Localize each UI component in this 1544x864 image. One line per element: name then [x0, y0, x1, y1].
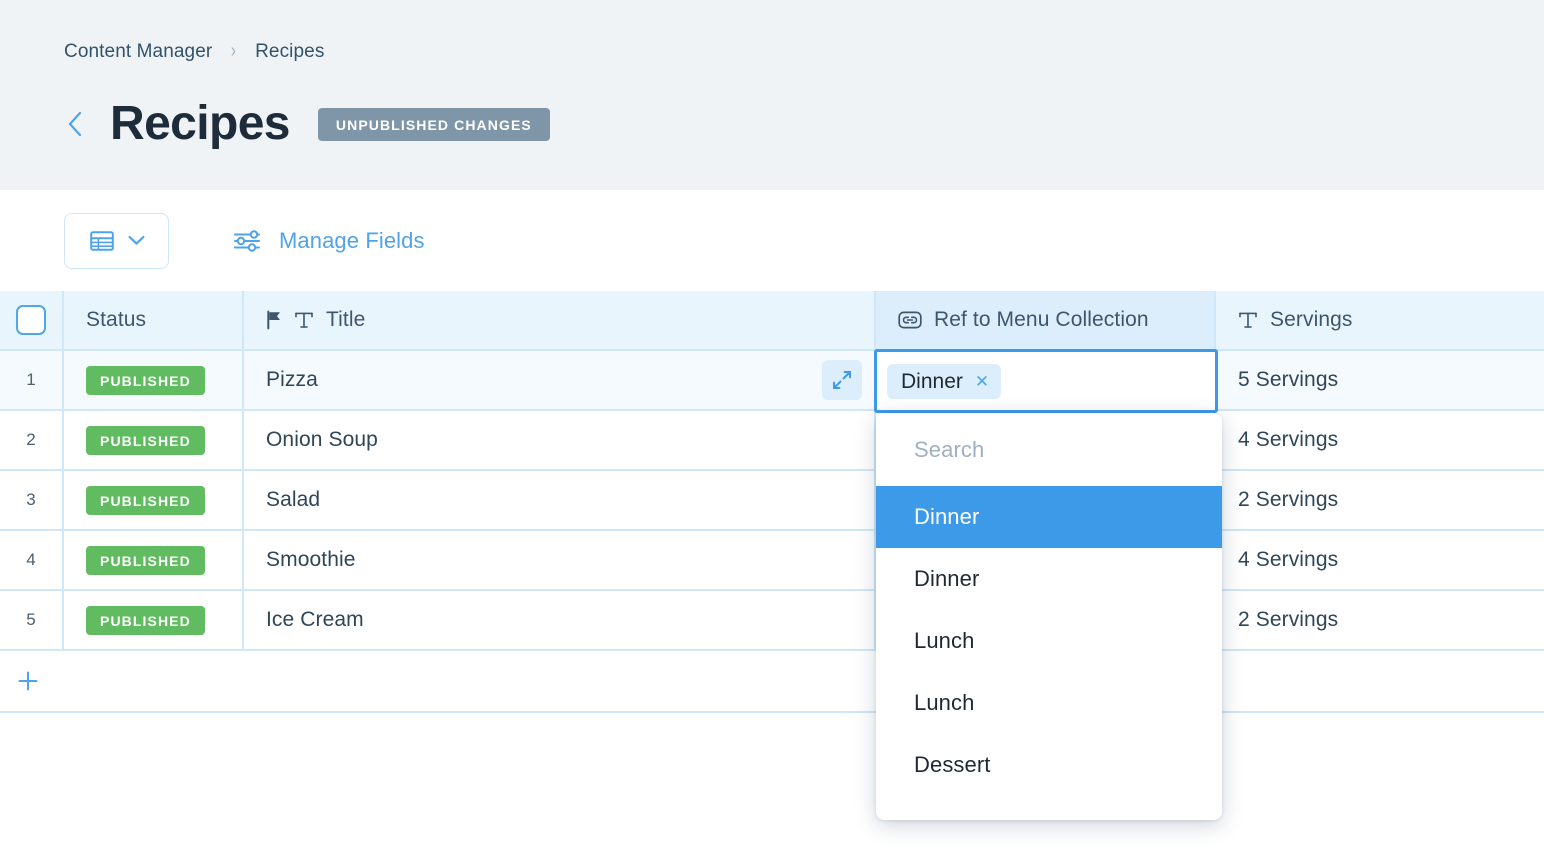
breadcrumb-item-content-manager[interactable]: Content Manager	[64, 41, 212, 63]
column-header-status-label: Status	[86, 308, 147, 331]
cell-title[interactable]: Onion Soup	[244, 411, 876, 469]
cell-servings[interactable]: 5 Servings	[1216, 351, 1544, 409]
manage-fields-label: Manage Fields	[279, 227, 425, 253]
add-row[interactable]	[0, 651, 1544, 713]
cell-ref-to-menu-collection[interactable]: Dinner ✕	[874, 349, 1218, 413]
row-number-cell: 3	[0, 471, 64, 529]
cell-servings[interactable]: 2 Servings	[1216, 471, 1544, 529]
status-badge: PUBLISHED	[86, 605, 205, 635]
cell-title-text: Salad	[266, 488, 321, 511]
cell-title[interactable]: Smoothie	[244, 531, 876, 589]
reference-link-icon	[898, 310, 922, 330]
cell-servings[interactable]: 2 Servings	[1216, 591, 1544, 649]
selected-tag: Dinner ✕	[887, 363, 1002, 399]
column-header-ref-label: Ref to Menu Collection	[934, 308, 1149, 331]
column-header-status[interactable]: Status	[64, 291, 244, 349]
breadcrumb-separator-icon: ›	[231, 40, 237, 62]
table-row[interactable]: 5 PUBLISHED Ice Cream 2 Servings	[0, 591, 1544, 651]
select-all-cell	[0, 291, 64, 349]
page-title-row: Recipes UNPUBLISHED CHANGES	[64, 92, 550, 156]
flag-icon	[266, 310, 282, 330]
cell-title-text: Smoothie	[266, 548, 356, 571]
cell-servings[interactable]: 4 Servings	[1216, 411, 1544, 469]
row-number-cell: 1	[0, 351, 64, 409]
dropdown-option[interactable]: Dinner	[876, 548, 1222, 610]
row-number: 5	[26, 610, 36, 629]
selected-tag-label: Dinner	[901, 369, 963, 393]
toolbar: Manage Fields	[0, 190, 1544, 291]
cell-title[interactable]: Salad	[244, 471, 876, 529]
plus-icon[interactable]	[16, 669, 40, 693]
breadcrumb: Content Manager › Recipes	[64, 40, 324, 63]
dropdown-option[interactable]: Dinner	[876, 486, 1222, 548]
table-row[interactable]: 2 PUBLISHED Onion Soup 4 Servings	[0, 411, 1544, 471]
dropdown-search-input[interactable]: Search	[876, 413, 1222, 486]
manage-fields-button[interactable]: Manage Fields	[233, 228, 425, 254]
cell-status[interactable]: PUBLISHED	[64, 591, 244, 649]
cell-title-text: Ice Cream	[266, 608, 364, 631]
table-row[interactable]: 4 PUBLISHED Smoothie 4 Servings	[0, 531, 1544, 591]
cell-title-text: Onion Soup	[266, 428, 378, 451]
close-x-icon[interactable]: ✕	[975, 373, 989, 390]
row-number-cell: 5	[0, 591, 64, 649]
row-number: 2	[26, 430, 36, 449]
reference-dropdown-panel: Search Dinner Dinner Lunch Lunch Dessert	[876, 413, 1222, 820]
status-badge: PUBLISHED	[86, 365, 205, 395]
cell-title[interactable]: Ice Cream	[244, 591, 876, 649]
expand-diagonal-icon[interactable]	[822, 360, 862, 400]
breadcrumb-item-recipes[interactable]: Recipes	[255, 41, 324, 63]
row-number-cell: 2	[0, 411, 64, 469]
table-view-icon	[89, 228, 115, 254]
row-number: 1	[26, 370, 36, 389]
column-header-title[interactable]: Title	[244, 291, 876, 349]
status-badge: PUBLISHED	[86, 545, 205, 575]
dropdown-option[interactable]: Dessert	[876, 734, 1222, 796]
cell-status[interactable]: PUBLISHED	[64, 351, 244, 409]
cell-status[interactable]: PUBLISHED	[64, 411, 244, 469]
status-badge: UNPUBLISHED CHANGES	[317, 107, 550, 141]
sliders-icon	[233, 229, 263, 253]
row-number-cell: 4	[0, 531, 64, 589]
status-badge: PUBLISHED	[86, 485, 205, 515]
cell-servings-text: 5 Servings	[1238, 368, 1339, 391]
column-header-title-label: Title	[326, 308, 366, 331]
text-type-icon	[1238, 310, 1258, 330]
cell-servings-text: 4 Servings	[1238, 428, 1339, 451]
cell-servings[interactable]: 4 Servings	[1216, 531, 1544, 589]
chevron-down-icon	[128, 235, 145, 246]
column-header-servings[interactable]: Servings	[1216, 291, 1544, 349]
row-number: 3	[26, 490, 36, 509]
status-badge: PUBLISHED	[86, 425, 205, 455]
dropdown-option[interactable]: Lunch	[876, 610, 1222, 672]
text-type-icon	[294, 310, 314, 330]
records-table: Status Title Ref to Menu Collection Serv…	[0, 291, 1544, 713]
page-title: Recipes	[110, 97, 291, 150]
cell-servings-text: 4 Servings	[1238, 548, 1339, 571]
cell-servings-text: 2 Servings	[1238, 608, 1339, 631]
table-header-row: Status Title Ref to Menu Collection Serv…	[0, 291, 1544, 351]
select-all-checkbox[interactable]	[16, 305, 46, 335]
page-header: Content Manager › Recipes Recipes UNPUBL…	[0, 0, 1544, 190]
column-header-servings-label: Servings	[1270, 308, 1353, 331]
cell-status[interactable]: PUBLISHED	[64, 471, 244, 529]
cell-servings-text: 2 Servings	[1238, 488, 1339, 511]
cell-status[interactable]: PUBLISHED	[64, 531, 244, 589]
cell-title[interactable]: Pizza	[244, 351, 876, 409]
table-row[interactable]: 1 PUBLISHED Pizza Dinner ✕ 5 Servings	[0, 349, 1544, 413]
column-header-ref-to-menu-collection[interactable]: Ref to Menu Collection	[876, 291, 1216, 349]
cell-title-text: Pizza	[266, 368, 318, 391]
reference-editor[interactable]: Dinner ✕	[874, 349, 1218, 413]
chevron-left-icon[interactable]	[64, 109, 86, 139]
row-number: 4	[26, 550, 36, 569]
view-selector-button[interactable]	[64, 212, 169, 269]
table-row[interactable]: 3 PUBLISHED Salad 2 Servings	[0, 471, 1544, 531]
dropdown-option[interactable]: Lunch	[876, 672, 1222, 734]
content-manager-page: Content Manager › Recipes Recipes UNPUBL…	[0, 0, 1544, 864]
